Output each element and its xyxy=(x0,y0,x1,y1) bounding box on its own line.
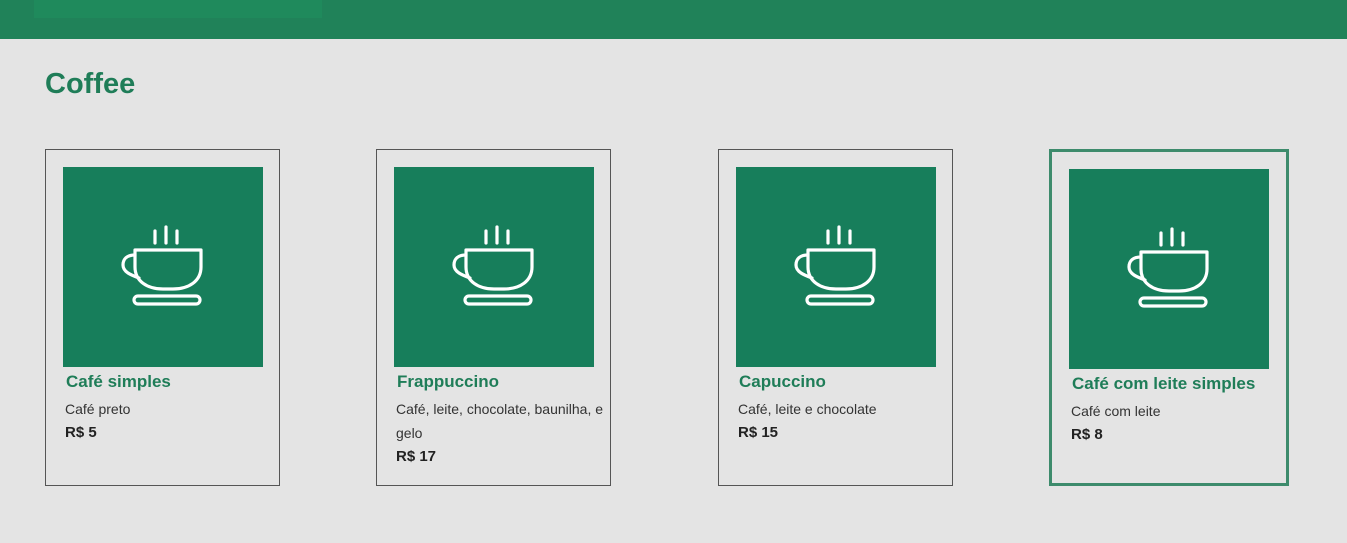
coffee-cup-icon xyxy=(121,225,203,306)
product-name: Café com leite simples xyxy=(1072,374,1256,393)
product-description: Café, leite, chocolate, baunilha, e gelo xyxy=(396,401,604,441)
product-card[interactable]: Café simples Café preto R$ 5 xyxy=(45,149,280,486)
product-price: R$ 5 xyxy=(65,424,97,441)
product-card[interactable]: Capuccino Café, leite e chocolate R$ 15 xyxy=(718,149,953,486)
coffee-cup-icon xyxy=(452,225,534,306)
product-image xyxy=(63,167,263,367)
product-price: R$ 17 xyxy=(396,448,437,465)
page-title: Coffee xyxy=(45,68,136,100)
product-image xyxy=(736,167,936,367)
product-description: Café com leite xyxy=(1071,403,1161,419)
product-name: Capuccino xyxy=(739,372,826,391)
product-price: R$ 15 xyxy=(738,424,779,441)
product-description: Café preto xyxy=(65,401,131,417)
product-description: Café, leite e chocolate xyxy=(738,401,877,417)
product-card-selected[interactable]: Café com leite simples Café com leite R$… xyxy=(1049,149,1289,486)
brand-logo[interactable] xyxy=(34,0,322,18)
product-card[interactable]: Frappuccino Café, leite, chocolate, baun… xyxy=(376,149,611,486)
coffee-cup-icon xyxy=(794,225,876,306)
product-image xyxy=(1069,169,1269,369)
top-navigation-bar xyxy=(0,0,1347,39)
product-image xyxy=(394,167,594,367)
coffee-cup-icon xyxy=(1127,227,1209,308)
product-price: R$ 8 xyxy=(1071,426,1103,443)
product-name: Café simples xyxy=(66,372,171,391)
product-name: Frappuccino xyxy=(397,372,500,391)
